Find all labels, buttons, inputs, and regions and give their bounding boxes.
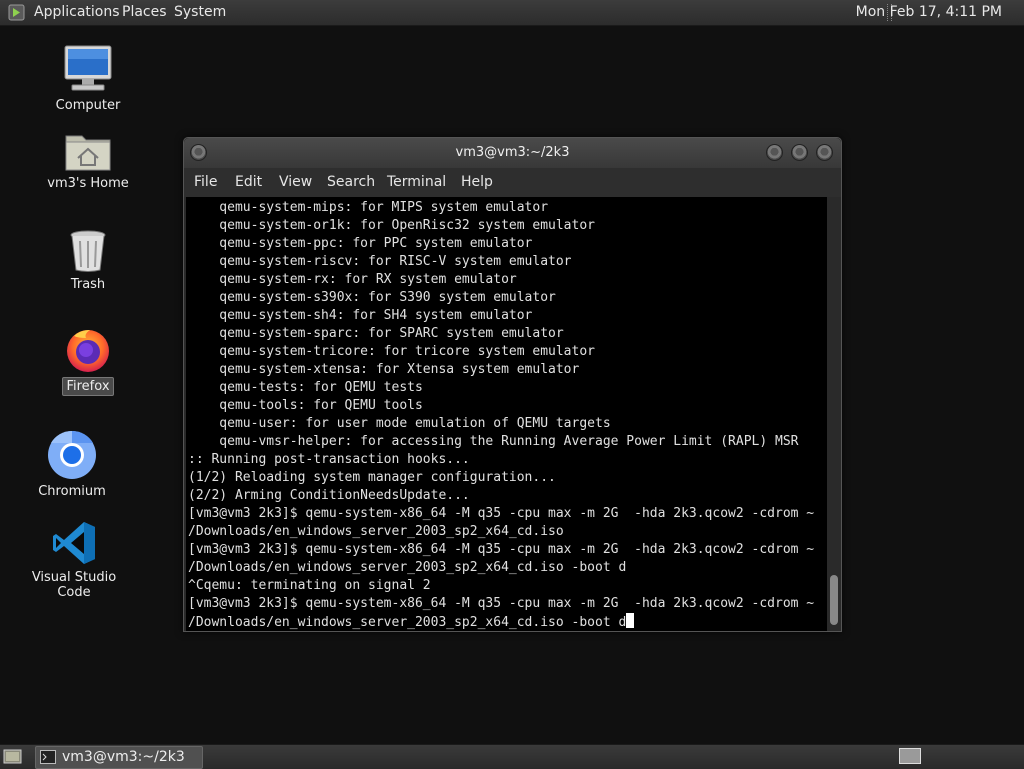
terminal-line: ^Cqemu: terminating on signal 2 (188, 578, 431, 593)
desktop-icon-vscode[interactable]: Visual Studio Code (14, 520, 134, 601)
terminal-menubar: File Edit View Search Terminal Help (184, 168, 841, 197)
terminal-line: qemu-system-or1k: for OpenRisc32 system … (188, 218, 595, 233)
terminal-output[interactable]: qemu-system-mips: for MIPS system emulat… (186, 197, 827, 631)
terminal-line: qemu-system-sh4: for SH4 system emulator (188, 308, 533, 323)
desktop-icon-computer[interactable]: Computer (28, 44, 148, 114)
desktop-icon-label: vm3's Home (47, 176, 129, 191)
vscode-icon (53, 522, 95, 564)
taskbar-window-button[interactable]: vm3@vm3:~/2k3 (35, 746, 203, 769)
chromium-icon (48, 430, 96, 479)
desktop-icon-chromium[interactable]: Chromium (12, 430, 132, 500)
desktop-icon-firefox[interactable]: Firefox (28, 326, 148, 396)
terminal-line: [vm3@vm3 2k3]$ qemu-system-x86_64 -M q35… (188, 542, 815, 557)
applications-menu[interactable]: Applications (34, 4, 120, 20)
terminal-cursor (626, 613, 635, 628)
firefox-icon (67, 330, 109, 372)
desktop-icon-label: Computer (55, 98, 121, 113)
desktop-icon-home[interactable]: vm3's Home (28, 128, 148, 192)
terminal-line: (2/2) Arming ConditionNeedsUpdate... (188, 488, 470, 503)
places-menu[interactable]: Places (122, 4, 167, 20)
terminal-line: qemu-system-rx: for RX system emulator (188, 272, 517, 287)
system-menu[interactable]: System (174, 4, 226, 20)
desktop-icon-label: Visual Studio Code (31, 570, 117, 600)
window-menu-button[interactable] (190, 144, 207, 161)
gnome-menu-icon[interactable] (8, 4, 25, 21)
terminal-line: qemu-tests: for QEMU tests (188, 380, 423, 395)
terminal-line: qemu-system-s390x: for S390 system emula… (188, 290, 556, 305)
menu-help[interactable]: Help (461, 174, 493, 190)
terminal-line: [vm3@vm3 2k3]$ qemu-system-x86_64 -M q35… (188, 596, 815, 611)
minimize-button[interactable] (766, 144, 783, 161)
scrollbar-thumb[interactable] (830, 575, 838, 625)
clock[interactable]: Mon Feb 17, 4:11 PM (856, 4, 1002, 20)
terminal-line: (1/2) Reloading system manager configura… (188, 470, 556, 485)
terminal-line: qemu-tools: for QEMU tools (188, 398, 423, 413)
terminal-line: qemu-system-xtensa: for Xtensa system em… (188, 362, 580, 377)
home-folder-icon (65, 135, 111, 171)
top-panel: Applications Places System Mon Feb 17, 4… (0, 0, 1024, 26)
show-desktop-icon[interactable] (3, 748, 22, 765)
close-button[interactable] (816, 144, 833, 161)
desktop-icon-label: Chromium (38, 484, 106, 499)
menu-view[interactable]: View (279, 174, 312, 190)
menu-edit[interactable]: Edit (235, 174, 262, 190)
terminal-line: qemu-system-sparc: for SPARC system emul… (188, 326, 564, 341)
terminal-window[interactable]: vm3@vm3:~/2k3 File Edit View Search Term… (183, 137, 842, 632)
trash-icon (70, 230, 106, 272)
menu-search[interactable]: Search (327, 174, 375, 190)
terminal-line: :: Running post-transaction hooks... (188, 452, 470, 467)
terminal-line: [vm3@vm3 2k3]$ qemu-system-x86_64 -M q35… (188, 506, 815, 521)
terminal-icon (40, 750, 56, 764)
terminal-line: /Downloads/en_windows_server_2003_sp2_x6… (188, 524, 564, 539)
computer-icon (64, 45, 112, 91)
window-title: vm3@vm3:~/2k3 (455, 145, 570, 160)
terminal-line: qemu-system-ppc: for PPC system emulator (188, 236, 533, 251)
terminal-scrollbar[interactable] (827, 197, 841, 631)
taskbar-window-label: vm3@vm3:~/2k3 (62, 749, 185, 765)
workspace-switcher[interactable] (899, 748, 921, 764)
bottom-panel: vm3@vm3:~/2k3 (0, 744, 1024, 769)
terminal-line: qemu-system-tricore: for tricore system … (188, 344, 595, 359)
desktop-icon-label: Firefox (62, 377, 114, 396)
terminal-line: qemu-system-riscv: for RISC-V system emu… (188, 254, 572, 269)
terminal-line: qemu-user: for user mode emulation of QE… (188, 416, 611, 431)
terminal-line: qemu-system-mips: for MIPS system emulat… (188, 200, 549, 215)
terminal-lines: qemu-system-mips: for MIPS system emulat… (188, 199, 814, 631)
terminal-line: /Downloads/en_windows_server_2003_sp2_x6… (188, 560, 627, 575)
menu-terminal[interactable]: Terminal (387, 174, 446, 190)
desktop-icon-label: Trash (70, 277, 106, 292)
terminal-line: /Downloads/en_windows_server_2003_sp2_x6… (188, 613, 814, 631)
terminal-line: qemu-vmsr-helper: for accessing the Runn… (188, 434, 799, 449)
menu-file[interactable]: File (194, 174, 217, 190)
desktop-icon-trash[interactable]: Trash (28, 229, 148, 293)
maximize-button[interactable] (791, 144, 808, 161)
window-titlebar[interactable]: vm3@vm3:~/2k3 (184, 138, 841, 168)
